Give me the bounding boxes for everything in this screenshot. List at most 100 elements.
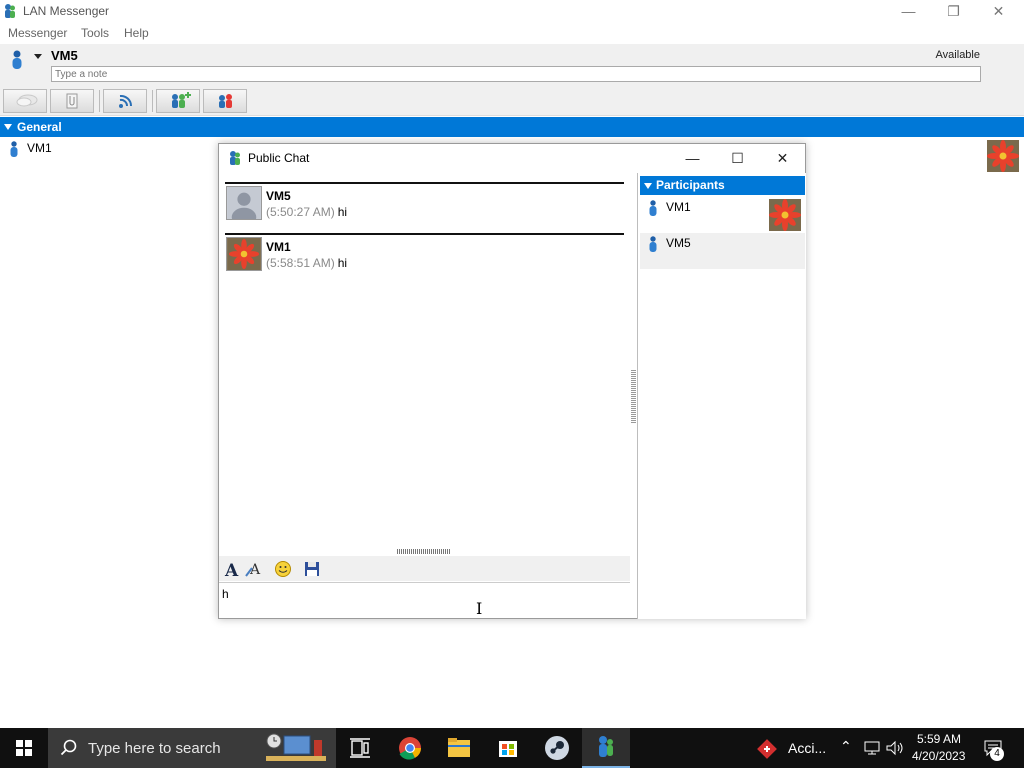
message-timestamp: (5:58:51 AM): [266, 256, 335, 270]
horizontal-splitter-handle[interactable]: [397, 549, 451, 554]
status-dropdown-icon[interactable]: [34, 54, 42, 59]
steam-icon: [545, 736, 569, 760]
volume-icon[interactable]: [885, 740, 905, 756]
restore-button[interactable]: ❐: [931, 0, 976, 22]
chat-close-button[interactable]: ✕: [760, 144, 805, 172]
message-text: hi: [337, 256, 348, 270]
folder-icon: [448, 738, 470, 757]
person-online-icon: [649, 236, 657, 252]
taskbar-file-explorer[interactable]: [435, 728, 483, 768]
status-bar: VM5 Available: [0, 44, 1024, 86]
notification-count-badge: 4: [990, 747, 1004, 761]
participant-row[interactable]: VM1: [640, 197, 805, 233]
group-header-general[interactable]: General: [0, 117, 1024, 137]
collapse-icon: [644, 183, 652, 189]
font-color-icon: A: [245, 562, 261, 578]
menu-help[interactable]: Help: [124, 26, 149, 40]
chat-maximize-button[interactable]: ☐: [715, 144, 760, 172]
message-sender: VM5: [266, 189, 291, 203]
chat-minimize-button[interactable]: —: [670, 144, 715, 172]
windows-logo-icon: [16, 740, 32, 756]
smiley-icon: [275, 561, 291, 577]
participant-name: VM5: [666, 236, 691, 250]
message-sender: VM1: [266, 240, 291, 254]
network-icon[interactable]: [863, 740, 881, 756]
toolbar-separator: [99, 90, 100, 112]
show-hidden-icons-chevron-icon[interactable]: ⌃: [840, 738, 852, 755]
lan-messenger-icon: [599, 736, 613, 757]
broadcast-button[interactable]: [103, 89, 147, 113]
message-compose-input[interactable]: h: [219, 582, 630, 618]
person-online-icon: [649, 200, 657, 216]
flower-avatar: [226, 237, 262, 271]
title-bar: LAN Messenger — ❐ ✕: [0, 0, 1024, 22]
search-placeholder: Type here to search: [88, 740, 221, 757]
participants-header[interactable]: Participants: [640, 176, 805, 195]
font-icon: A: [224, 561, 239, 581]
participant-avatar: [769, 199, 801, 231]
taskbar-search-box[interactable]: Type here to search: [48, 728, 336, 768]
store-icon: [499, 741, 517, 757]
person-online-icon: [10, 141, 18, 157]
broadcast-icon: [119, 94, 133, 108]
chat-button[interactable]: [3, 89, 47, 113]
availability-status[interactable]: Available: [936, 49, 980, 61]
message-pane[interactable]: VM5 (5:50:27 AM) hi VM1 (5:58:51 AM) hi: [219, 172, 630, 550]
svg-text:A: A: [224, 561, 239, 579]
chrome-icon: [399, 737, 421, 760]
taskbar-lan-messenger[interactable]: [582, 728, 630, 768]
public-chat-window: Public Chat — ☐ ✕ VM5 (5:50:27 AM) hi VM…: [218, 143, 806, 619]
font-button[interactable]: A: [222, 559, 242, 581]
text-cursor-icon: I: [476, 599, 483, 618]
task-view-icon: [350, 738, 370, 758]
menu-bar: Messenger Tools Help: [0, 22, 1024, 44]
message-time: (5:50:27 AM) hi: [266, 205, 347, 219]
chat-message: VM1 (5:58:51 AM) hi: [225, 233, 624, 279]
close-button[interactable]: ✕: [976, 0, 1021, 22]
emoticon-button[interactable]: [273, 559, 293, 579]
minimize-button[interactable]: —: [886, 0, 931, 22]
clock-date[interactable]: 4/20/2023: [912, 749, 965, 763]
window-title: LAN Messenger: [23, 4, 110, 18]
contact-avatar: [987, 140, 1019, 172]
taskbar-steam[interactable]: [533, 728, 581, 768]
start-button[interactable]: [0, 728, 48, 768]
chat-message: VM5 (5:50:27 AM) hi: [225, 182, 624, 228]
groups-button[interactable]: [203, 89, 247, 113]
participant-row[interactable]: VM5: [640, 233, 805, 269]
default-avatar: [226, 186, 262, 220]
note-input[interactable]: [51, 66, 981, 82]
font-color-button[interactable]: A: [244, 559, 264, 579]
status-person-icon[interactable]: [10, 50, 24, 70]
group-name: General: [17, 120, 62, 134]
collapse-icon: [4, 124, 12, 130]
taskbar: Type here to search Acci... ⌃ 5:59 AM 4/…: [0, 728, 1024, 768]
tray-app-label[interactable]: Acci...: [788, 740, 826, 756]
groups-icon: [219, 94, 232, 108]
taskbar-store[interactable]: [484, 728, 532, 768]
clock-time[interactable]: 5:59 AM: [917, 732, 961, 746]
task-view-button[interactable]: [336, 728, 384, 768]
add-contact-button[interactable]: [156, 89, 200, 113]
save-button[interactable]: [302, 559, 322, 579]
toolbar-separator: [152, 90, 153, 112]
main-toolbar: [0, 86, 1024, 116]
file-icon: [66, 93, 78, 109]
menu-tools[interactable]: Tools: [81, 26, 109, 40]
search-icon: [60, 739, 77, 756]
messenger-app-icon: [5, 4, 15, 18]
user-name: VM5: [51, 48, 78, 63]
accessibility-app-icon[interactable]: [756, 738, 778, 760]
send-file-button[interactable]: [50, 89, 94, 113]
menu-messenger[interactable]: Messenger: [8, 26, 67, 40]
taskbar-chrome[interactable]: [386, 728, 434, 768]
message-timestamp: (5:50:27 AM): [266, 205, 335, 219]
participants-title: Participants: [656, 178, 725, 192]
contact-name: VM1: [27, 141, 52, 155]
message-text: hi: [337, 205, 348, 219]
messenger-app-icon: [230, 151, 240, 165]
vertical-splitter-handle[interactable]: [631, 370, 636, 424]
participants-panel: Participants VM1 VM5: [637, 173, 806, 619]
search-highlight-icon[interactable]: [258, 732, 332, 764]
add-contact-icon: [172, 92, 191, 108]
